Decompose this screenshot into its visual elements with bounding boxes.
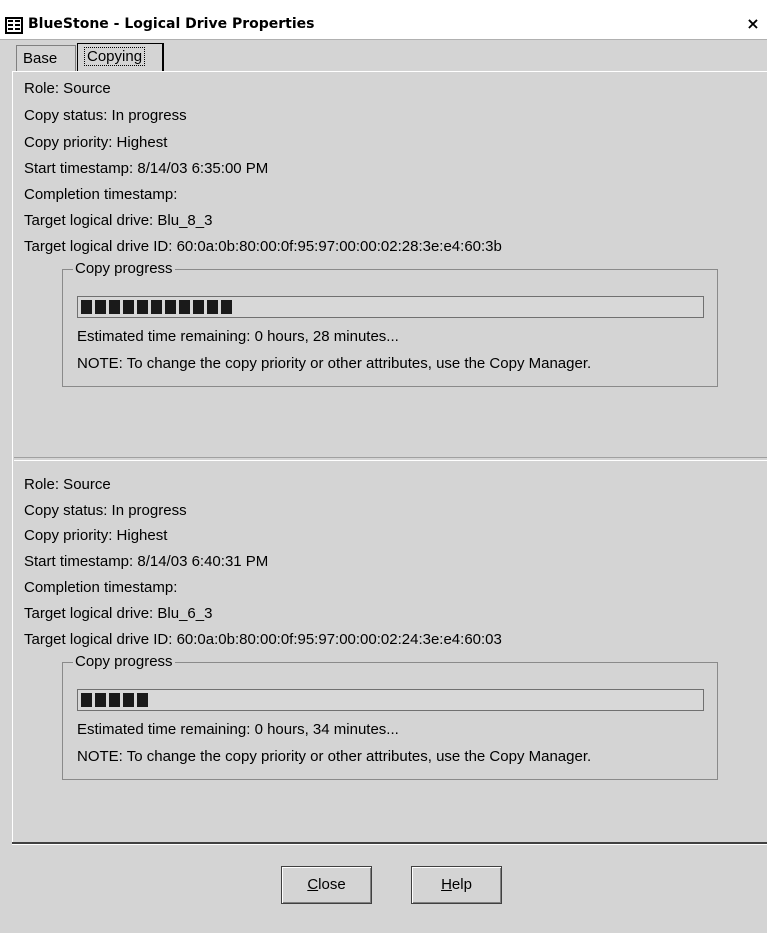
app-icon — [5, 17, 23, 34]
copy-progress-group: Copy progress Estimated time remaining: … — [62, 260, 718, 387]
close-window-icon[interactable]: × — [743, 14, 763, 34]
tab-copying-label: Copying — [84, 47, 146, 66]
title-bar[interactable]: BlueStone - Logical Drive Properties × — [0, 0, 767, 40]
tab-copying[interactable]: Copying — [77, 43, 164, 71]
tab-base[interactable]: Base — [16, 45, 76, 71]
copy-progress-fill — [81, 300, 232, 314]
copy-progress-bar — [77, 689, 704, 711]
entry-divider — [14, 457, 767, 461]
help-button-label: elp — [451, 876, 472, 893]
target-drive-id-text: Target logical drive ID: 60:0a:0b:80:00:… — [24, 631, 502, 648]
copy-manager-note: NOTE: To change the copy priority or oth… — [77, 355, 592, 372]
target-drive-text: Target logical drive: Blu_8_3 — [24, 212, 213, 229]
close-button-label: lose — [318, 876, 346, 893]
copy-manager-note: NOTE: To change the copy priority or oth… — [77, 748, 592, 765]
copy-progress-fill — [81, 693, 148, 707]
properties-window: BlueStone - Logical Drive Properties × B… — [0, 0, 767, 933]
target-drive-id-text: Target logical drive ID: 60:0a:0b:80:00:… — [24, 238, 502, 255]
start-timestamp-text: Start timestamp: 8/14/03 6:35:00 PM — [24, 160, 269, 177]
start-timestamp-text: Start timestamp: 8/14/03 6:40:31 PM — [24, 553, 269, 570]
copy-progress-legend: Copy progress — [73, 260, 175, 277]
copy-progress-legend: Copy progress — [73, 653, 175, 670]
target-drive-text: Target logical drive: Blu_6_3 — [24, 605, 213, 622]
copy-priority-text: Copy priority: Highest — [24, 527, 168, 544]
time-remaining-text: Estimated time remaining: 0 hours, 28 mi… — [77, 328, 399, 345]
close-mnemonic: C — [307, 876, 319, 893]
help-button[interactable]: Help — [411, 866, 502, 904]
window-title: BlueStone - Logical Drive Properties — [28, 16, 315, 32]
completion-timestamp-text: Completion timestamp: — [24, 186, 178, 203]
close-button[interactable]: Close — [281, 866, 372, 904]
button-bar-separator — [12, 842, 767, 845]
help-mnemonic: H — [441, 876, 452, 893]
copy-priority-text: Copy priority: Highest — [24, 134, 168, 151]
copy-status-text: Copy status: In progress — [24, 502, 187, 519]
tab-base-label: Base — [23, 50, 58, 67]
completion-timestamp-text: Completion timestamp: — [24, 579, 178, 596]
copy-progress-bar — [77, 296, 704, 318]
time-remaining-text: Estimated time remaining: 0 hours, 34 mi… — [77, 721, 399, 738]
role-text: Role: Source — [24, 80, 111, 97]
copy-progress-group: Copy progress Estimated time remaining: … — [62, 653, 718, 780]
role-text: Role: Source — [24, 476, 111, 493]
copy-status-text: Copy status: In progress — [24, 107, 187, 124]
